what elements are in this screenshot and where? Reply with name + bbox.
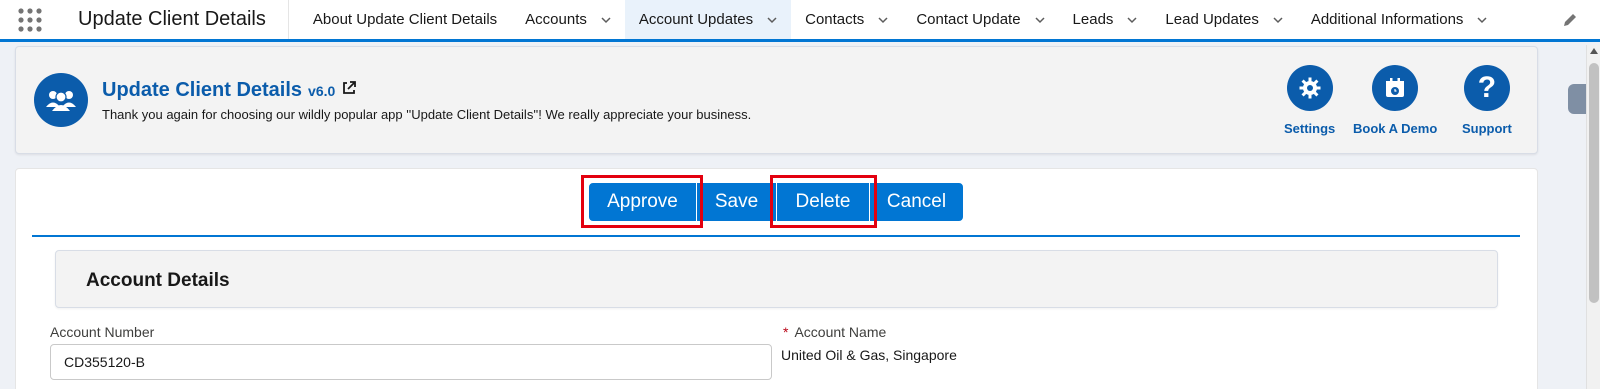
- external-link-icon[interactable]: [341, 80, 357, 101]
- cancel-button[interactable]: Cancel: [870, 183, 963, 221]
- support-button[interactable]: ? Support: [1462, 65, 1512, 136]
- chevron-down-icon[interactable]: [1477, 15, 1487, 25]
- account-number-field[interactable]: [50, 344, 772, 380]
- section-title: Account Details: [86, 270, 230, 291]
- account-details-section-header[interactable]: Account Details: [55, 250, 1498, 308]
- tab-about[interactable]: About Update Client Details: [289, 0, 511, 39]
- side-panel-handle[interactable]: [1568, 84, 1586, 114]
- settings-label: Settings: [1284, 121, 1336, 136]
- support-label: Support: [1462, 121, 1512, 136]
- users-logo-icon: [34, 73, 88, 127]
- account-number-label: Account Number: [50, 324, 155, 340]
- tab-label: Leads: [1072, 11, 1114, 28]
- tab-contact-update[interactable]: Contact Update: [902, 0, 1058, 39]
- book-demo-label: Book A Demo: [1353, 121, 1438, 136]
- tab-label: Contacts: [805, 11, 865, 28]
- chevron-down-icon[interactable]: [601, 15, 611, 25]
- tab-additional-informations[interactable]: Additional Informations: [1297, 0, 1502, 39]
- tab-label: Lead Updates: [1165, 11, 1259, 28]
- tab-label: Contact Update: [916, 11, 1021, 28]
- gear-icon: [1286, 65, 1333, 111]
- tab-account-updates[interactable]: Account Updates: [624, 0, 792, 39]
- section-divider: [32, 235, 1520, 237]
- chevron-down-icon[interactable]: [878, 15, 888, 25]
- tab-leads[interactable]: Leads: [1059, 0, 1152, 39]
- tab-accounts[interactable]: Accounts: [511, 0, 625, 39]
- settings-button[interactable]: Settings: [1284, 65, 1335, 136]
- account-name-label: Account Name: [794, 324, 887, 340]
- tab-contacts[interactable]: Contacts: [791, 0, 902, 39]
- chevron-down-icon[interactable]: [1035, 15, 1045, 25]
- global-nav-bar: Update Client Details About Update Clien…: [0, 0, 1600, 42]
- chevron-down-icon[interactable]: [1127, 15, 1137, 25]
- account-name-value: United Oil & Gas, Singapore: [781, 347, 957, 363]
- save-button[interactable]: Save: [697, 183, 776, 221]
- scroll-thumb[interactable]: [1589, 63, 1599, 303]
- required-indicator: *: [783, 324, 789, 340]
- calendar-icon: [1372, 65, 1419, 111]
- account-name-label-row: * Account Name: [783, 324, 886, 340]
- vertical-scrollbar[interactable]: [1586, 45, 1600, 389]
- version-label: v6.0: [308, 83, 336, 99]
- highlight-box-delete: [770, 175, 877, 228]
- scroll-up-arrow-icon[interactable]: [1590, 48, 1598, 54]
- tab-label: About Update Client Details: [312, 11, 498, 28]
- app-launcher-icon[interactable]: [0, 0, 60, 39]
- app-header-card: Update Client Details v6.0 Thank you aga…: [15, 46, 1538, 154]
- tab-label: Account Updates: [638, 11, 754, 28]
- app-header-title: Update Client Details v6.0: [102, 79, 357, 102]
- nav-tabs: About Update Client Details Accounts Acc…: [289, 0, 1600, 39]
- edit-pencil-icon[interactable]: [1562, 12, 1578, 33]
- chevron-down-icon[interactable]: [1273, 15, 1283, 25]
- tab-lead-updates[interactable]: Lead Updates: [1151, 0, 1296, 39]
- header-subtitle: Thank you again for choosing our wildly …: [102, 107, 752, 122]
- app-name: Update Client Details: [60, 0, 289, 39]
- book-demo-button[interactable]: Book A Demo: [1353, 65, 1437, 136]
- question-icon: ?: [1463, 65, 1510, 111]
- tab-label: Accounts: [525, 11, 587, 28]
- chevron-down-icon[interactable]: [767, 15, 777, 25]
- highlight-box-approve: [581, 175, 703, 228]
- page-title: Update Client Details: [102, 79, 303, 101]
- tab-label: Additional Informations: [1310, 11, 1464, 28]
